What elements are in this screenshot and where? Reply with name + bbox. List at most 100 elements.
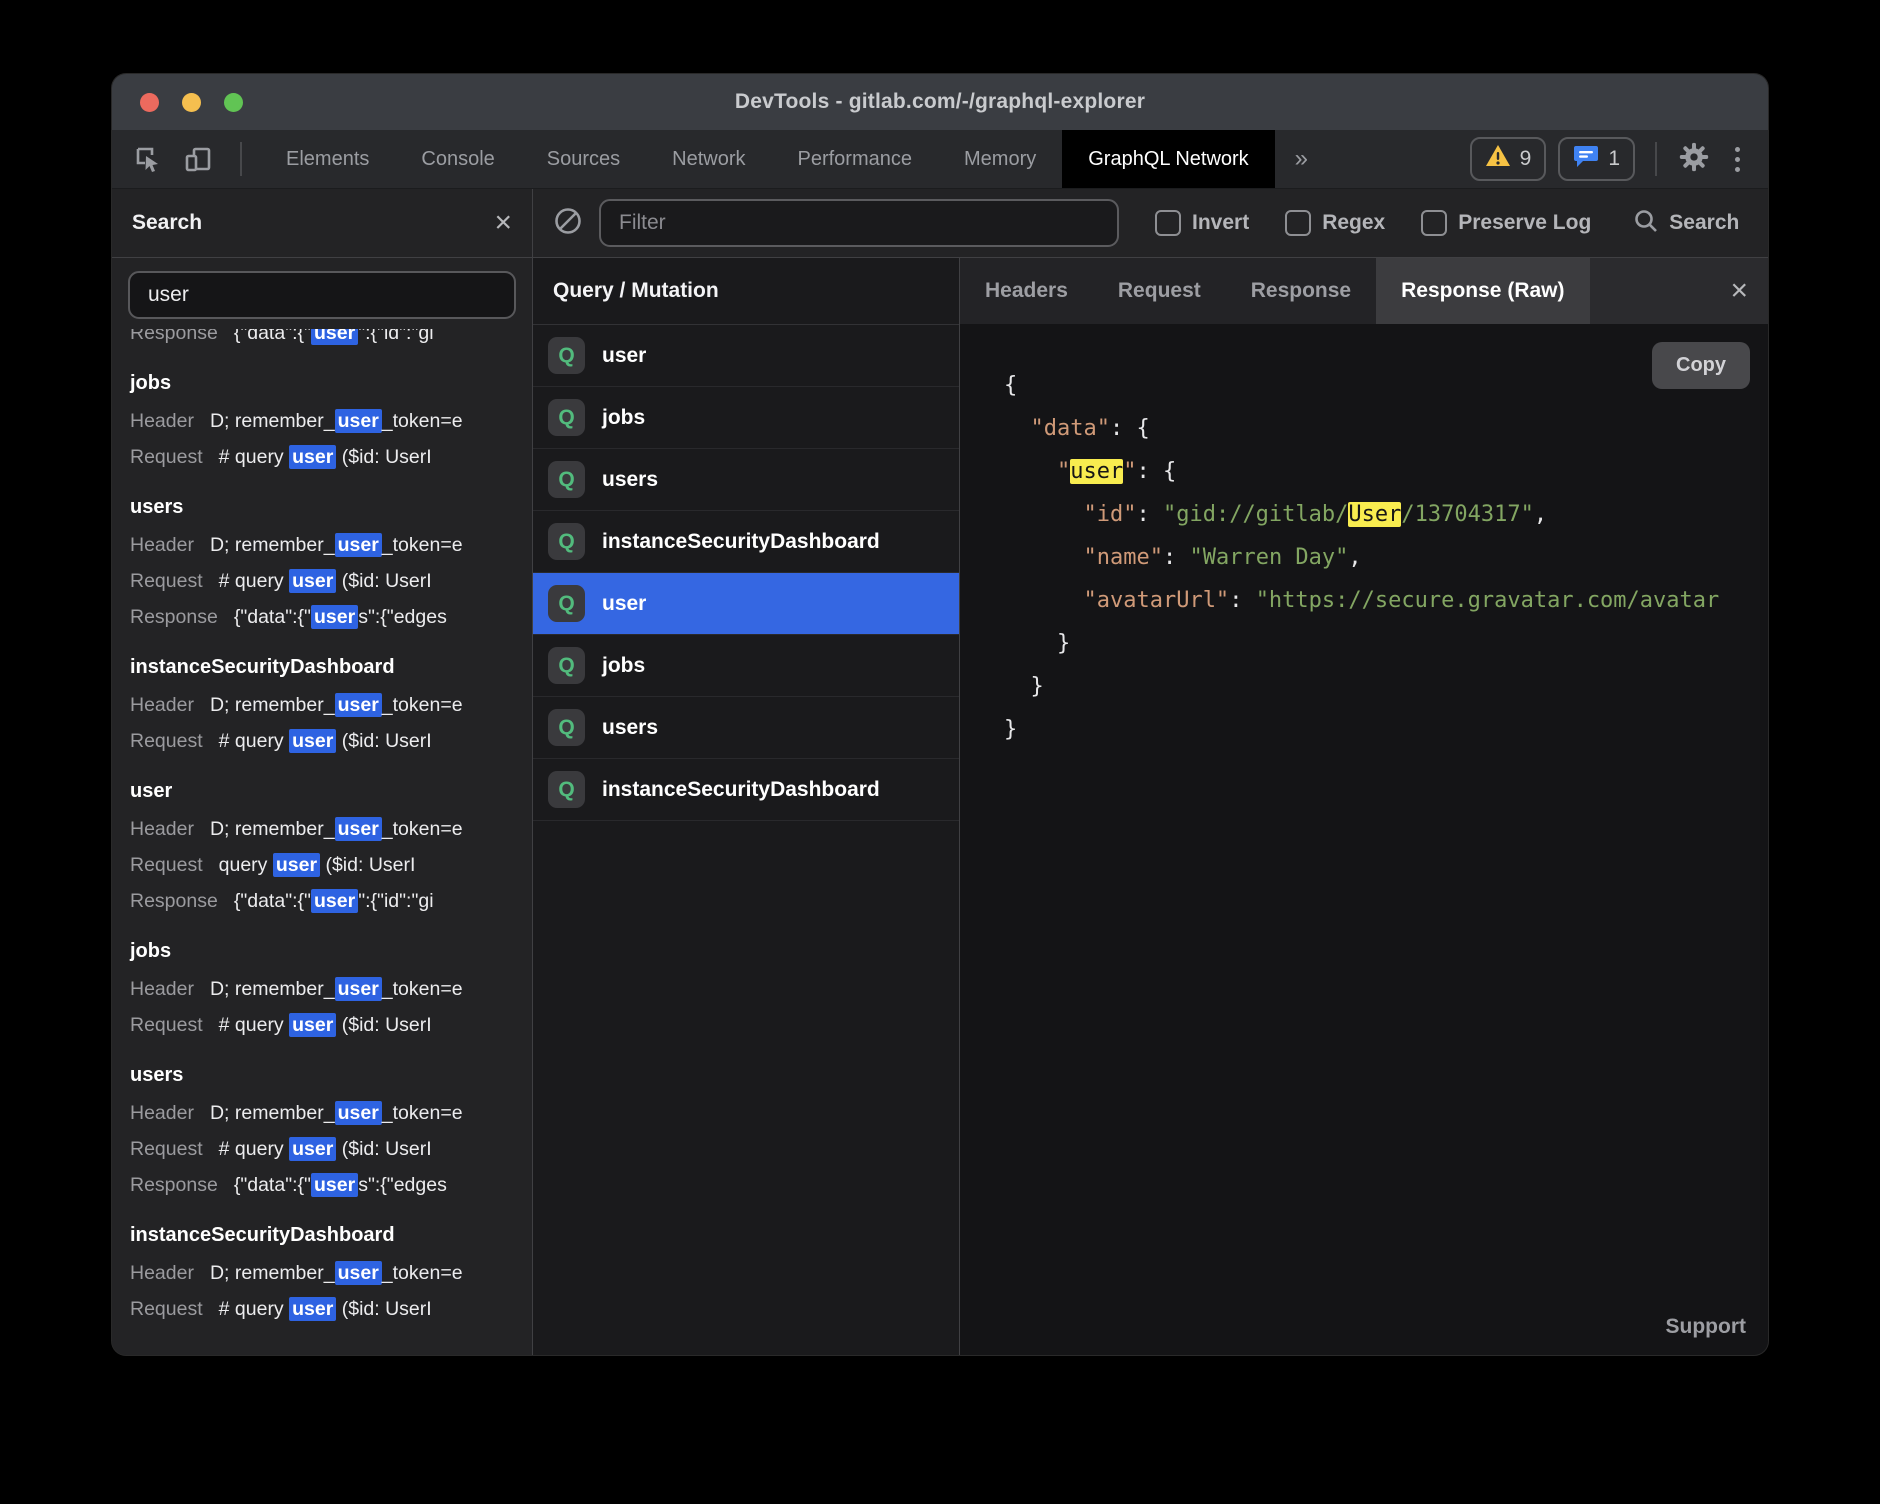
query-row-user[interactable]: Quser xyxy=(533,325,959,387)
kebab-menu-icon[interactable] xyxy=(1729,147,1746,172)
invert-checkbox-group[interactable]: Invert xyxy=(1155,210,1249,236)
invert-checkbox[interactable] xyxy=(1155,210,1181,236)
filter-input[interactable] xyxy=(599,199,1119,247)
query-row-label: user xyxy=(602,592,646,616)
search-result-line[interactable]: Response{"data":{"user":{"id":"gi xyxy=(130,329,434,351)
tab-elements[interactable]: Elements xyxy=(260,130,395,188)
query-icon: Q xyxy=(548,461,585,498)
search-result-group-title[interactable]: instanceSecurityDashboard xyxy=(130,1215,532,1255)
toolbar-divider xyxy=(240,142,242,176)
preserve-log-checkbox-group[interactable]: Preserve Log xyxy=(1421,210,1591,236)
copy-button[interactable]: Copy xyxy=(1652,342,1750,389)
search-result-line[interactable]: Requestquery user ($id: UserI xyxy=(130,847,532,883)
tab-network[interactable]: Network xyxy=(646,130,771,188)
search-toggle[interactable]: Search xyxy=(1633,208,1739,239)
response-tab-headers[interactable]: Headers xyxy=(960,258,1093,324)
tab-performance[interactable]: Performance xyxy=(772,130,939,188)
devtools-window: DevTools - gitlab.com/-/graphql-explorer… xyxy=(112,74,1768,1355)
result-field-label: Header xyxy=(130,1262,194,1284)
json-line: } xyxy=(1004,708,1768,751)
response-raw-body: Copy { "data": { "user": { "id": "gid://… xyxy=(960,324,1768,1355)
search-result-line[interactable]: Request# query user ($id: UserI xyxy=(130,439,532,475)
query-row-label: instanceSecurityDashboard xyxy=(602,778,880,802)
query-row-users[interactable]: Qusers xyxy=(533,697,959,759)
query-icon: Q xyxy=(548,709,585,746)
search-result-group-title[interactable]: users xyxy=(130,1055,532,1095)
query-row-jobs[interactable]: Qjobs xyxy=(533,387,959,449)
search-result-line[interactable]: HeaderD; remember_user_token=e xyxy=(130,811,532,847)
search-result-group-title[interactable]: instanceSecurityDashboard xyxy=(130,647,532,687)
query-icon: Q xyxy=(548,523,585,560)
preserve-log-checkbox[interactable] xyxy=(1421,210,1447,236)
json-line: "data": { xyxy=(1004,407,1768,450)
tab-console[interactable]: Console xyxy=(395,130,520,188)
query-row-jobs[interactable]: Qjobs xyxy=(533,635,959,697)
response-tab-response-raw[interactable]: Response (Raw) xyxy=(1376,258,1589,324)
search-result-line[interactable]: Response{"data":{"user":{"id":"gi xyxy=(130,883,532,919)
regex-checkbox[interactable] xyxy=(1285,210,1311,236)
search-result-line[interactable]: HeaderD; remember_user_token=e xyxy=(130,1095,532,1131)
search-panel-close-icon[interactable]: × xyxy=(494,208,512,238)
search-result-line[interactable]: Request# query user ($id: UserI xyxy=(130,1291,532,1327)
query-icon: Q xyxy=(548,585,585,622)
search-result-group-title[interactable]: jobs xyxy=(130,931,532,971)
query-icon: Q xyxy=(548,337,585,374)
query-mutation-panel: Query / Mutation QuserQjobsQusersQinstan… xyxy=(533,258,960,1355)
window-title: DevTools - gitlab.com/-/graphql-explorer xyxy=(112,90,1768,114)
query-row-users[interactable]: Qusers xyxy=(533,449,959,511)
inspect-element-icon[interactable] xyxy=(132,143,164,175)
search-result-line[interactable]: HeaderD; remember_user_token=e xyxy=(130,687,532,723)
invert-label: Invert xyxy=(1192,211,1249,235)
search-result-line[interactable]: HeaderD; remember_user_token=e xyxy=(130,527,532,563)
more-tabs-chevron-icon[interactable]: » xyxy=(1275,130,1328,188)
chat-bubble-icon xyxy=(1573,143,1599,175)
clear-filter-icon[interactable] xyxy=(553,206,583,241)
search-result-group: instanceSecurityDashboardHeaderD; rememb… xyxy=(130,1215,532,1327)
search-result-line[interactable]: Response{"data":{"users":{"edges xyxy=(130,599,532,635)
filter-bar: Invert Regex Preserve Log xyxy=(533,189,1768,258)
query-row-instancesecuritydashboard[interactable]: QinstanceSecurityDashboard xyxy=(533,511,959,573)
regex-checkbox-group[interactable]: Regex xyxy=(1285,210,1385,236)
search-result-group: jobsHeaderD; remember_user_token=eReques… xyxy=(130,931,532,1043)
query-row-label: jobs xyxy=(602,406,645,430)
result-field-label: Header xyxy=(130,694,194,716)
tab-graphql-network[interactable]: GraphQL Network xyxy=(1062,130,1274,188)
search-result-group: usersHeaderD; remember_user_token=eReque… xyxy=(130,1055,532,1203)
response-tab-strip: HeadersRequestResponseResponse (Raw) × xyxy=(960,258,1768,324)
query-row-user[interactable]: Quser xyxy=(533,573,959,635)
response-tab-request[interactable]: Request xyxy=(1093,258,1226,324)
search-result-line[interactable]: Response{"data":{"users":{"edges xyxy=(130,1167,532,1203)
warnings-badge[interactable]: 9 xyxy=(1470,137,1547,181)
search-result-line[interactable]: HeaderD; remember_user_token=e xyxy=(130,971,532,1007)
result-field-label: Request xyxy=(130,1138,203,1160)
search-result-line[interactable]: Request# query user ($id: UserI xyxy=(130,1007,532,1043)
result-field-label: Header xyxy=(130,534,194,556)
tab-sources[interactable]: Sources xyxy=(521,130,646,188)
settings-gear-icon[interactable] xyxy=(1677,140,1711,179)
search-input[interactable] xyxy=(128,271,516,319)
clipped-result-row[interactable]: Response{"data":{"user":{"id":"gi xyxy=(130,329,532,351)
search-result-line[interactable]: Request# query user ($id: UserI xyxy=(130,1131,532,1167)
query-row-instancesecuritydashboard[interactable]: QinstanceSecurityDashboard xyxy=(533,759,959,821)
search-result-group-title[interactable]: users xyxy=(130,487,532,527)
search-result-line[interactable]: HeaderD; remember_user_token=e xyxy=(130,403,532,439)
device-toolbar-icon[interactable] xyxy=(182,143,214,175)
response-tab-response[interactable]: Response xyxy=(1226,258,1376,324)
search-result-line[interactable]: HeaderD; remember_user_token=e xyxy=(130,1255,532,1291)
search-result-line[interactable]: Request# query user ($id: UserI xyxy=(130,563,532,599)
result-field-label: Response xyxy=(130,1174,218,1196)
search-result-group-title[interactable]: jobs xyxy=(130,363,532,403)
result-field-label: Header xyxy=(130,1102,194,1124)
support-link[interactable]: Support xyxy=(1666,1315,1746,1339)
search-result-group-title[interactable]: user xyxy=(130,771,532,811)
tab-memory[interactable]: Memory xyxy=(938,130,1062,188)
search-result-line[interactable]: Request# query user ($id: UserI xyxy=(130,723,532,759)
response-panel-close-icon[interactable]: × xyxy=(1730,276,1748,306)
query-list: QuserQjobsQusersQinstanceSecurityDashboa… xyxy=(533,325,959,821)
search-results: Response{"data":{"user":{"id":"gijobsHea… xyxy=(112,325,532,1355)
response-tab-rest: × xyxy=(1590,258,1769,324)
result-field-label: Request xyxy=(130,1014,203,1036)
query-row-label: jobs xyxy=(602,654,645,678)
query-icon: Q xyxy=(548,771,585,808)
messages-badge[interactable]: 1 xyxy=(1558,137,1635,181)
